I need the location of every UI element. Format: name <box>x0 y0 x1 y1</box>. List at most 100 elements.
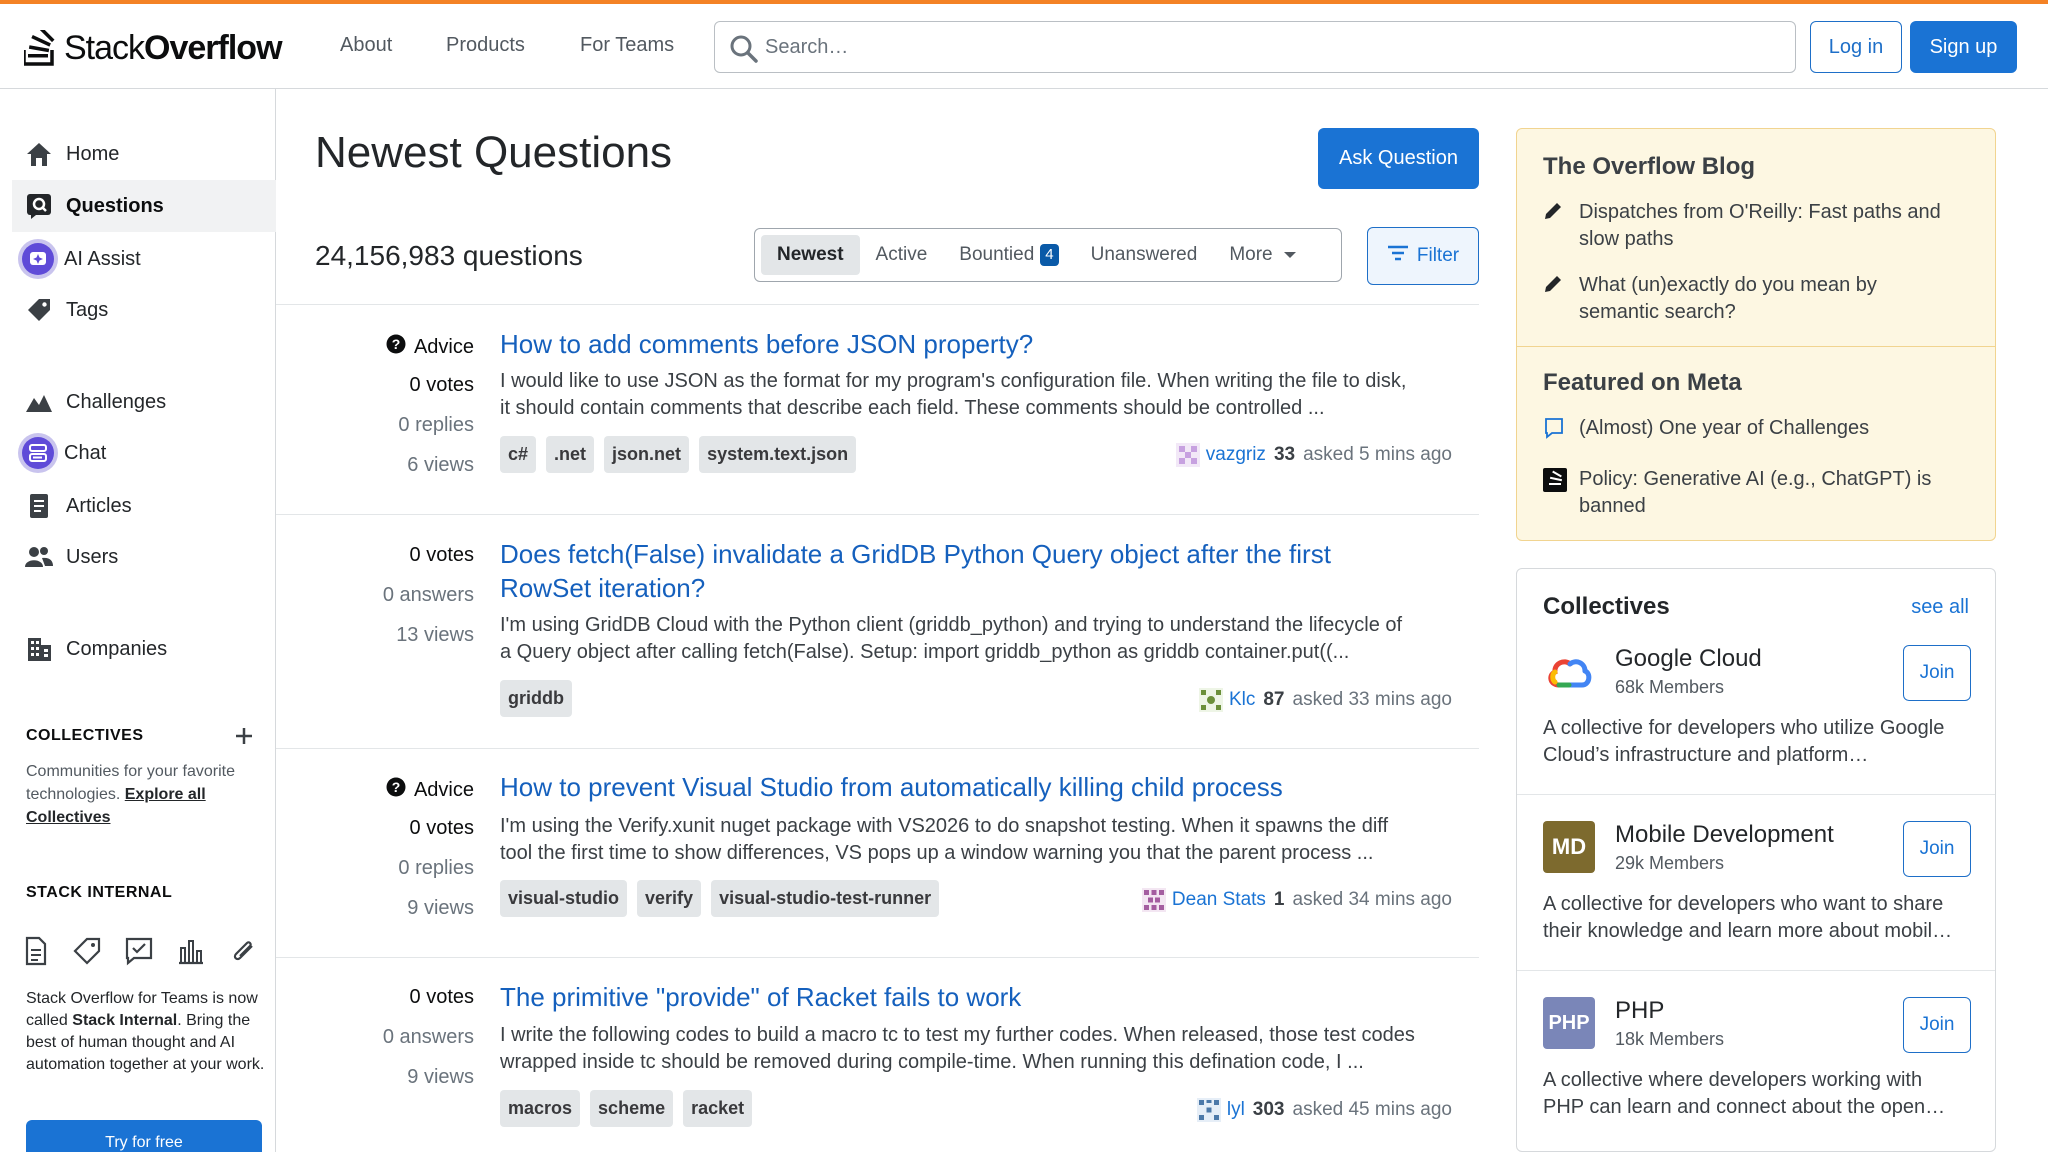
reputation: 33 <box>1273 444 1296 465</box>
nav-products[interactable]: Products <box>446 34 525 57</box>
tag-chip[interactable]: c# <box>500 436 537 473</box>
tag-chip[interactable]: .net <box>546 436 595 473</box>
tag-chip[interactable]: visual-studio <box>500 880 628 917</box>
divider <box>276 514 1479 515</box>
question-excerpt-line: it should contain comments that describe… <box>500 397 1325 419</box>
question-circle-icon: ? <box>386 777 406 803</box>
collectives-widget: Collectives see all Google Cloud 68k Mem… <box>1516 568 1996 1152</box>
sidebar-item-tags[interactable]: Tags <box>12 284 276 336</box>
sidebar-item-label: AI Assist <box>64 247 141 270</box>
nav-for-teams[interactable]: For Teams <box>580 34 674 57</box>
answer-count: 0 answers <box>382 1026 474 1048</box>
reputation: 1 <box>1273 889 1285 910</box>
tag-chip[interactable]: scheme <box>590 1090 674 1127</box>
stack-internal-icons <box>22 936 258 971</box>
user-link[interactable]: vazgriz <box>1206 444 1266 466</box>
tag-chip[interactable]: racket <box>683 1090 753 1127</box>
tab-more[interactable]: More <box>1213 235 1312 275</box>
question-excerpt-line: I write the following codes to build a m… <box>500 1024 1415 1046</box>
see-all-link[interactable]: see all <box>1911 596 1969 619</box>
sidebar-item-users[interactable]: Users <box>12 531 276 583</box>
collective-description-line: their knowledge and learn more about mob… <box>1543 920 1953 942</box>
avatar[interactable] <box>1175 443 1200 467</box>
plus-icon[interactable] <box>234 726 254 751</box>
bounty-count-badge: 4 <box>1040 244 1059 266</box>
collective-description-line: A collective for developers who want to … <box>1543 893 1944 915</box>
collective-item: PHP PHP 18k Members Join A collective wh… <box>1517 997 1995 1152</box>
sidebar-item-challenges[interactable]: Challenges <box>12 376 276 428</box>
collective-name[interactable]: PHP <box>1615 997 1664 1025</box>
collective-name[interactable]: Google Cloud <box>1615 645 1762 673</box>
signup-button[interactable]: Sign up <box>1910 21 2017 73</box>
user-link[interactable]: Klc <box>1229 689 1255 711</box>
user-link[interactable]: Dean Stats <box>1172 889 1266 911</box>
questions-icon <box>24 191 54 221</box>
sidebar-item-ai-assist[interactable]: AI Assist <box>12 233 276 285</box>
sidebar-item-articles[interactable]: Articles <box>12 480 276 532</box>
tab-active[interactable]: Active <box>860 235 944 275</box>
avatar[interactable] <box>1198 688 1223 712</box>
view-count: 6 views <box>407 454 474 476</box>
tab-newest[interactable]: Newest <box>761 235 860 275</box>
question-title-link[interactable]: The primitive "provide" of Racket fails … <box>500 980 1460 1014</box>
google-cloud-icon[interactable] <box>1543 645 1595 697</box>
tab-bountied[interactable]: Bountied 4 <box>943 235 1074 275</box>
view-count: 9 views <box>407 1066 474 1088</box>
stack-overflow-logo[interactable]: StackOverflow <box>24 28 283 68</box>
sidebar-item-questions[interactable]: Questions <box>12 180 276 232</box>
home-icon <box>24 139 54 169</box>
question-title-link[interactable]: How to prevent Visual Studio from automa… <box>500 770 1460 804</box>
answer-count: 0 replies <box>398 857 474 879</box>
tag-chip[interactable]: verify <box>637 880 702 917</box>
question-title-link[interactable]: How to add comments before JSON property… <box>500 327 1460 361</box>
try-for-free-button[interactable]: Try for free <box>26 1120 262 1152</box>
collective-members: 29k Members <box>1615 853 1725 873</box>
question-excerpt-line: I'm using the Verify.xunit nuget package… <box>500 815 1389 837</box>
collective-name[interactable]: Mobile Development <box>1615 821 1834 849</box>
mobile-development-logo[interactable]: MD <box>1543 821 1595 873</box>
sort-tabs: Newest Active Bountied 4 Unanswered More <box>754 228 1342 282</box>
asked-time[interactable]: asked 5 mins ago <box>1303 444 1452 466</box>
vote-count: 0 votes <box>409 817 474 839</box>
asked-time[interactable]: asked 34 mins ago <box>1293 889 1453 911</box>
logo-text-bold: Overflow <box>144 28 282 67</box>
tag-chip[interactable]: system.text.json <box>699 436 857 473</box>
sidebar-item-label: Chat <box>64 441 107 464</box>
question-stats: ? Advice 0 votes 0 replies 9 views <box>300 777 474 927</box>
join-button[interactable]: Join <box>1903 645 1971 701</box>
sidebar-item-home[interactable]: Home <box>12 128 276 180</box>
sidebar-item-chat[interactable]: Chat <box>12 427 276 479</box>
tag-chip[interactable]: json.net <box>604 436 690 473</box>
divider <box>1517 970 1995 971</box>
tab-unanswered[interactable]: Unanswered <box>1075 235 1214 275</box>
filter-button[interactable]: Filter <box>1367 227 1479 285</box>
search-input[interactable] <box>765 32 1775 62</box>
sidebar-item-companies[interactable]: Companies <box>12 623 276 675</box>
avatar[interactable] <box>1196 1098 1221 1122</box>
php-logo[interactable]: PHP <box>1543 997 1595 1049</box>
user-link[interactable]: lyl <box>1227 1099 1245 1121</box>
meta-item[interactable]: (Almost) One year of Challenges <box>1543 415 1973 447</box>
header: StackOverflow About Products For Teams L… <box>0 4 2048 89</box>
meta-item[interactable]: Policy: Generative AI (e.g., ChatGPT) is… <box>1543 466 1973 520</box>
question-title-link[interactable]: Does fetch(False) invalidate a GridDB Py… <box>500 537 1460 605</box>
login-button[interactable]: Log in <box>1810 21 1902 73</box>
avatar[interactable] <box>1141 888 1166 912</box>
ai-assist-icon <box>18 239 58 279</box>
blog-item[interactable]: What (un)exactly do you mean by semantic … <box>1543 272 1973 326</box>
chat-icon <box>18 433 58 473</box>
join-button[interactable]: Join <box>1903 997 1971 1053</box>
stack-internal-description: Stack Overflow for Teams is now called S… <box>26 988 266 1076</box>
blog-item[interactable]: Dispatches from O'Reilly: Fast paths and… <box>1543 199 1973 253</box>
tag-chip[interactable]: visual-studio-test-runner <box>711 880 940 917</box>
tag-chip[interactable]: griddb <box>500 680 572 717</box>
asked-time[interactable]: asked 33 mins ago <box>1293 689 1453 711</box>
nav-about[interactable]: About <box>340 34 392 57</box>
ask-question-button[interactable]: Ask Question <box>1318 128 1479 189</box>
tag-chip[interactable]: macros <box>500 1090 581 1127</box>
answer-count: 0 replies <box>398 414 474 436</box>
meta-item-line: Policy: Generative AI (e.g., ChatGPT) is <box>1579 468 1932 490</box>
join-button[interactable]: Join <box>1903 821 1971 877</box>
asked-time[interactable]: asked 45 mins ago <box>1293 1099 1453 1121</box>
pencil-icon <box>1543 199 1579 253</box>
